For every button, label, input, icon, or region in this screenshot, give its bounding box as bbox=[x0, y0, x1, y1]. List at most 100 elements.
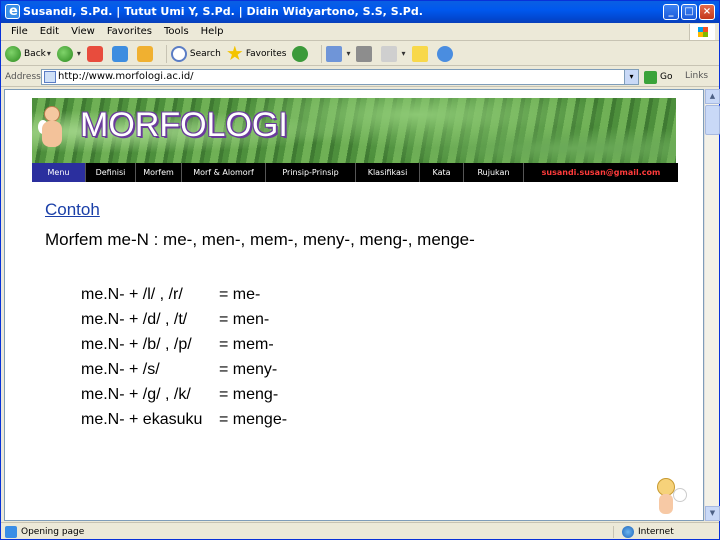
mail-icon bbox=[326, 45, 343, 62]
scroll-down-icon[interactable]: ▼ bbox=[705, 506, 720, 521]
scroll-thumb[interactable] bbox=[705, 105, 720, 135]
menu-help[interactable]: Help bbox=[195, 26, 230, 37]
chevron-down-icon[interactable]: ▾ bbox=[346, 49, 350, 58]
edit-button[interactable]: ▾ bbox=[381, 44, 406, 64]
cupid-mascot-image bbox=[645, 478, 689, 518]
page-content: MORFOLOGI Menu Definisi Morfem Morf & Al… bbox=[4, 89, 704, 521]
zone-text: Internet bbox=[638, 527, 674, 537]
status-text: Opening page bbox=[21, 527, 85, 537]
mail-button[interactable]: ▾ bbox=[326, 44, 350, 64]
toolbar-divider bbox=[165, 44, 167, 63]
address-url: http://www.morfologi.ac.id/ bbox=[58, 71, 194, 82]
site-nav: Menu Definisi Morfem Morf & Alomorf Prin… bbox=[32, 163, 678, 182]
menu-file[interactable]: File bbox=[5, 26, 34, 37]
messenger-button[interactable] bbox=[436, 44, 456, 64]
rule-row: me.N- + /g/ , /k/ = meng- bbox=[81, 386, 278, 404]
nav-menu[interactable]: Menu bbox=[32, 163, 86, 182]
stop-icon bbox=[86, 45, 103, 62]
rule-row: me.N- + /b/ , /p/ = mem- bbox=[81, 336, 274, 354]
toolbar: Back ▾ ▾ Search Favorites ▾ ▾ bbox=[1, 42, 719, 66]
chevron-down-icon[interactable]: ▾ bbox=[401, 49, 405, 58]
rule-row: me.N- + /s/ = meny- bbox=[81, 361, 277, 379]
refresh-button[interactable] bbox=[111, 44, 131, 64]
scroll-up-icon[interactable]: ▲ bbox=[705, 89, 720, 104]
address-label: Address bbox=[5, 71, 41, 82]
close-button[interactable]: × bbox=[699, 4, 715, 20]
rule-rhs: = menge- bbox=[219, 411, 288, 428]
search-label: Search bbox=[189, 48, 221, 59]
nav-klasifikasi[interactable]: Klasifikasi bbox=[356, 163, 420, 182]
rule-lhs: me.N- + /d/ , /t/ bbox=[81, 311, 188, 328]
home-button[interactable] bbox=[136, 44, 156, 64]
menu-view[interactable]: View bbox=[65, 26, 101, 37]
nav-rujukan[interactable]: Rujukan bbox=[464, 163, 524, 182]
menu-bar: File Edit View Favorites Tools Help bbox=[1, 23, 719, 41]
menu-tools[interactable]: Tools bbox=[158, 26, 195, 37]
menu-edit[interactable]: Edit bbox=[34, 26, 65, 37]
links-button[interactable]: Links bbox=[685, 71, 708, 81]
windows-logo-icon bbox=[689, 24, 715, 40]
chevron-down-icon[interactable]: ▾ bbox=[77, 49, 81, 58]
menu-favorites[interactable]: Favorites bbox=[101, 26, 158, 37]
rule-lhs: me.N- + /l/ , /r/ bbox=[81, 286, 183, 303]
favorites-label: Favorites bbox=[245, 48, 287, 59]
go-button[interactable]: Go bbox=[644, 69, 672, 85]
title-bar: Susandi, S.Pd. | Tutut Umi Y, S.Pd. | Di… bbox=[1, 1, 719, 23]
rule-lhs: me.N- + ekasuku bbox=[81, 411, 203, 428]
maximize-button[interactable]: □ bbox=[681, 4, 697, 20]
vertical-scrollbar[interactable]: ▲ ▼ bbox=[704, 89, 720, 521]
search-icon bbox=[170, 45, 187, 62]
globe-icon bbox=[622, 526, 634, 538]
rule-rhs: = men- bbox=[219, 311, 270, 328]
site-title: MORFOLOGI bbox=[80, 106, 288, 144]
chevron-down-icon[interactable]: ▾ bbox=[624, 70, 638, 84]
window-title: Susandi, S.Pd. | Tutut Umi Y, S.Pd. | Di… bbox=[23, 5, 423, 18]
rule-rhs: = mem- bbox=[219, 336, 274, 353]
rule-rhs: = meng- bbox=[219, 386, 279, 403]
contoh-link[interactable]: Contoh bbox=[45, 200, 100, 220]
forward-arrow-icon bbox=[56, 45, 73, 62]
cupid-image bbox=[38, 106, 66, 166]
morfem-heading: Morfem me-N : me-, men-, mem-, meny-, me… bbox=[45, 230, 475, 249]
go-label: Go bbox=[660, 72, 673, 82]
print-button[interactable] bbox=[356, 44, 375, 64]
rule-row: me.N- + /l/ , /r/ = me- bbox=[81, 286, 260, 304]
page-icon bbox=[44, 71, 56, 83]
nav-morfem[interactable]: Morfem bbox=[136, 163, 182, 182]
rule-lhs: me.N- + /g/ , /k/ bbox=[81, 386, 191, 403]
nav-email[interactable]: susandi.susan@gmail.com bbox=[524, 163, 678, 182]
search-button[interactable]: Search bbox=[170, 44, 221, 64]
nav-definisi[interactable]: Definisi bbox=[86, 163, 136, 182]
toolbar-divider bbox=[321, 44, 323, 63]
rule-lhs: me.N- + /b/ , /p/ bbox=[81, 336, 192, 353]
address-bar: Address http://www.morfologi.ac.id/ ▾ Go… bbox=[1, 67, 719, 87]
browser-window: Susandi, S.Pd. | Tutut Umi Y, S.Pd. | Di… bbox=[0, 0, 720, 540]
home-icon bbox=[136, 45, 153, 62]
loading-page-icon bbox=[5, 526, 17, 538]
rule-rhs: = me- bbox=[219, 286, 261, 303]
forward-button[interactable]: ▾ bbox=[56, 44, 81, 64]
media-icon bbox=[292, 45, 309, 62]
back-arrow-icon bbox=[5, 45, 21, 62]
rule-row: me.N- + /d/ , /t/ = men- bbox=[81, 311, 269, 329]
chevron-down-icon[interactable]: ▾ bbox=[47, 49, 51, 58]
ie-icon bbox=[5, 1, 20, 23]
media-button[interactable] bbox=[292, 44, 311, 64]
refresh-icon bbox=[111, 45, 128, 62]
favorites-button[interactable]: Favorites bbox=[227, 44, 287, 64]
messenger-icon bbox=[436, 45, 453, 62]
nav-kata[interactable]: Kata bbox=[420, 163, 464, 182]
discuss-button[interactable] bbox=[411, 44, 431, 64]
stop-button[interactable] bbox=[86, 44, 106, 64]
nav-prinsip[interactable]: Prinsip-Prinsip bbox=[266, 163, 356, 182]
printer-icon bbox=[356, 45, 373, 62]
rule-lhs: me.N- + /s/ bbox=[81, 361, 160, 378]
back-button[interactable]: Back ▾ bbox=[5, 44, 51, 64]
edit-icon bbox=[381, 45, 398, 62]
star-icon bbox=[227, 45, 243, 61]
rule-row: me.N- + ekasuku = menge- bbox=[81, 411, 287, 429]
rule-rhs: = meny- bbox=[219, 361, 278, 378]
nav-morf-alomorf[interactable]: Morf & Alomorf bbox=[182, 163, 266, 182]
address-input[interactable]: http://www.morfologi.ac.id/ ▾ bbox=[41, 69, 639, 85]
minimize-button[interactable]: _ bbox=[663, 4, 679, 20]
